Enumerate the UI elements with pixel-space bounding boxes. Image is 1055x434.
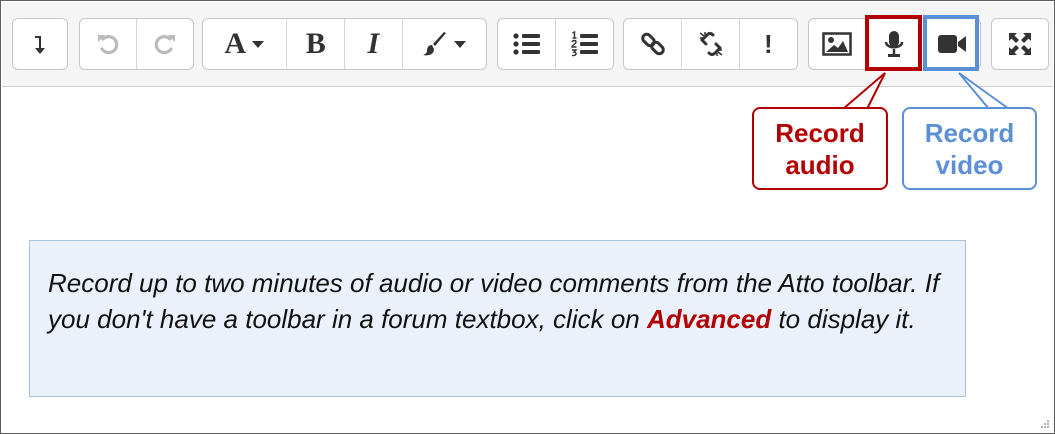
instruction-note: Record up to two minutes of audio or vid… [29,240,966,397]
atto-editor: A B I ! Record audio Record video Record… [0,0,1055,434]
record-audio-callout-line1: Record [775,117,865,148]
note-text-after: to display it. [771,304,916,334]
record-video-callout-line2: video [935,149,1004,180]
record-video-callout: Record video [902,107,1037,190]
record-video-callout-line1: Record [924,117,1015,148]
resize-handle-icon[interactable] [1040,419,1050,429]
record-audio-callout-line2: audio [785,149,855,180]
advanced-highlight: Advanced [646,304,772,334]
record-audio-callout: Record audio [752,107,888,190]
